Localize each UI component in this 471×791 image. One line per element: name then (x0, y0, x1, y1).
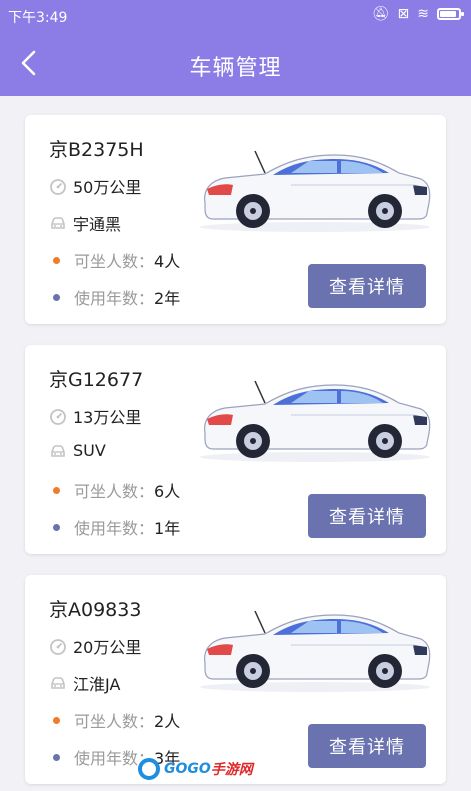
gauge-icon (49, 407, 67, 425)
battery-icon (437, 8, 464, 20)
plate-number: 京G12677 (49, 369, 144, 391)
page-title: 车辆管理 (189, 56, 282, 81)
model-value: 江淮JA (73, 675, 121, 694)
years-row: 使用年数： 1年 (49, 515, 180, 539)
seats-value: 6人 (154, 482, 181, 501)
status-icons: 🔕︎ ⊠ ≋ (371, 6, 464, 22)
orange-dot-icon (53, 486, 60, 494)
mileage-row: 13万公里 (49, 404, 141, 428)
status-bar: 下午3:49 🔕︎ ⊠ ≋ (0, 0, 471, 32)
seats-row: 可坐人数： 6人 (49, 478, 180, 502)
nav-bar: 车辆管理 (0, 32, 471, 96)
watermark-logo: GOGO 手游网 (138, 758, 253, 780)
vehicle-card: 京B2375H 50万公里 宇通黑 可坐人数： 4人 使用年数： 2年 查看详情 (25, 115, 446, 324)
vehicle-card: 京G12677 13万公里 SUV 可坐人数： 6人 使用年数： 1年 查看详情 (25, 345, 446, 554)
gauge-icon (49, 177, 67, 195)
view-details-button[interactable]: 查看详情 (308, 264, 426, 308)
orange-dot-icon (53, 256, 60, 264)
view-details-button[interactable]: 查看详情 (308, 494, 426, 538)
seats-label: 可坐人数： (74, 252, 155, 271)
plate-number: 京B2375H (49, 139, 144, 161)
model-row: SUV (49, 441, 106, 460)
seats-value: 2人 (154, 712, 181, 731)
model-value: SUV (73, 441, 106, 460)
model-row: 江淮JA (49, 671, 120, 695)
mileage-row: 50万公里 (49, 174, 141, 198)
wifi-icon: ≋ (417, 6, 429, 22)
seats-row: 可坐人数： 4人 (49, 248, 180, 272)
vehicle-list: 京B2375H 50万公里 宇通黑 可坐人数： 4人 使用年数： 2年 查看详情… (25, 115, 446, 791)
seats-label: 可坐人数： (74, 482, 155, 501)
years-value: 1年 (154, 519, 181, 538)
years-label: 使用年数： (74, 519, 155, 538)
blue-dot-icon (53, 523, 60, 531)
years-value: 2年 (154, 289, 181, 308)
vehicle-card: 京A09833 20万公里 江淮JA 可坐人数： 2人 使用年数： 3年 查看详… (25, 575, 446, 784)
watermark-brand-a: GOGO (164, 761, 211, 777)
gogo-logo-icon (138, 758, 160, 780)
view-details-button[interactable]: 查看详情 (308, 724, 426, 768)
blue-dot-icon (53, 753, 60, 761)
years-row: 使用年数： 2年 (49, 285, 180, 309)
mute-icon: 🔕︎ (371, 6, 390, 22)
mileage-value: 13万公里 (73, 408, 142, 427)
watermark-brand-b: 手游网 (210, 762, 253, 778)
model-value: 宇通黑 (73, 215, 122, 234)
gauge-icon (49, 637, 67, 655)
car-image (195, 145, 435, 235)
sim-off-icon: ⊠ (397, 6, 410, 22)
blue-dot-icon (53, 293, 60, 301)
mileage-value: 50万公里 (73, 178, 142, 197)
seats-label: 可坐人数： (74, 712, 155, 731)
plate-number: 京A09833 (49, 599, 142, 621)
status-time: 下午3:49 (8, 10, 68, 26)
mileage-value: 20万公里 (73, 638, 142, 657)
car-icon (49, 674, 67, 692)
years-label: 使用年数： (74, 289, 155, 308)
orange-dot-icon (53, 716, 60, 724)
app-header: 下午3:49 🔕︎ ⊠ ≋ 车辆管理 (0, 0, 471, 96)
seats-row: 可坐人数： 2人 (49, 708, 180, 732)
mileage-row: 20万公里 (49, 634, 141, 658)
car-icon (49, 214, 67, 232)
seats-value: 4人 (154, 252, 181, 271)
car-icon (49, 442, 67, 460)
car-image (195, 375, 435, 465)
model-row: 宇通黑 (49, 211, 121, 235)
car-image (195, 605, 435, 695)
